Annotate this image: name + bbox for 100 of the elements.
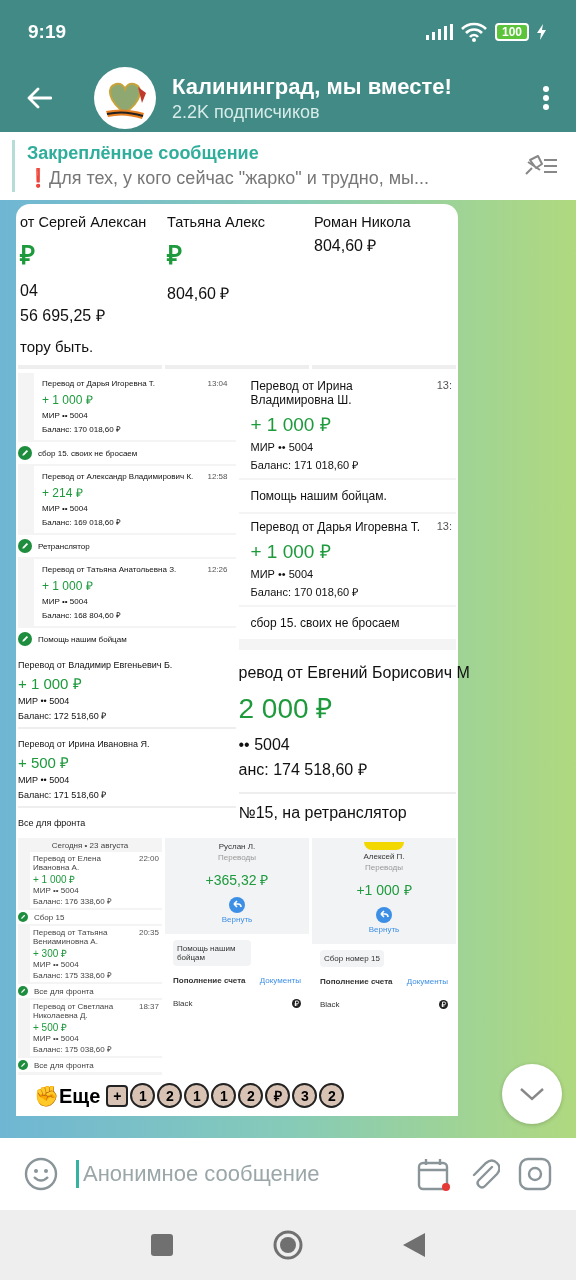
- amount-text: + 1 000 ₽: [42, 392, 94, 408]
- card-number: МИР •• 5004: [250, 568, 315, 580]
- comment-text: Помощь нашим бойцам: [38, 634, 127, 644]
- comment-text: Все для фронта: [34, 1060, 94, 1070]
- amount-text: + 1 000 ₽: [33, 873, 77, 886]
- documents-link[interactable]: Документы: [259, 976, 301, 985]
- comment-text: сбор 15. своих не бросаем: [250, 616, 400, 630]
- sender-name: Руслан Л.: [218, 842, 256, 851]
- transfer-title: Перевод от Татьяна Анатольевна З.: [42, 565, 177, 574]
- amount-text: + 500 ₽: [33, 1021, 69, 1034]
- transfer-time: 13:04: [207, 379, 228, 388]
- signal-icon: [424, 24, 453, 40]
- category-label: Переводы: [218, 853, 256, 862]
- keycap-emoji: 2: [238, 1083, 264, 1108]
- back-icon[interactable]: [26, 87, 52, 109]
- keycap-emoji: 1: [184, 1083, 210, 1108]
- amount-text: ₽: [167, 239, 183, 272]
- comment-text: сбор 15. своих не бросаем: [38, 448, 138, 458]
- scroll-down-button[interactable]: [502, 1064, 562, 1124]
- return-link[interactable]: Вернуть: [221, 915, 253, 924]
- transfer-title: Перевод от Владимир Евгеньевич Б.: [18, 660, 173, 670]
- amount-text: +1 000 ₽: [356, 881, 412, 899]
- amount-text: + 300 ₽: [33, 947, 69, 960]
- comment-text: Все для фронта: [18, 818, 86, 828]
- balance-text: 56 695,25 ₽: [20, 306, 106, 326]
- home-icon[interactable]: [273, 1230, 303, 1260]
- channel-title: Калининград, мы вместе!: [172, 73, 453, 100]
- transfer-title: Перевод от Александр Владимирович К.: [42, 472, 194, 481]
- balance-text: Баланс: 171 518,60 ₽: [18, 789, 108, 801]
- message-input[interactable]: Анонимное сообщение: [76, 1160, 398, 1188]
- return-link[interactable]: Вернуть: [368, 925, 400, 934]
- transfer-time: 22:00: [138, 854, 159, 865]
- chevron-down-icon: [519, 1087, 545, 1101]
- balance-text: Баланс: 170 018,60 ₽: [42, 424, 122, 434]
- card-number: 04: [20, 282, 39, 300]
- transfer-title: ревод от Евгений Борисович М: [238, 664, 470, 682]
- keycap-emoji: ₽: [265, 1083, 291, 1108]
- balance-text: Баланс: 176 338,60 ₽: [33, 896, 113, 906]
- card-number: МИР •• 5004: [42, 411, 89, 420]
- comment-text: тору быть.: [20, 338, 94, 355]
- channel-avatar[interactable]: [94, 67, 156, 129]
- keycap-emoji: 1: [130, 1083, 156, 1108]
- back-nav-icon[interactable]: [403, 1233, 425, 1257]
- transfer-title: Перевод от Ирина Ивановна Я.: [18, 739, 150, 749]
- card-number: МИР •• 5004: [18, 696, 71, 706]
- amount-text: + 1 000 ₽: [42, 578, 94, 594]
- documents-link[interactable]: Документы: [406, 977, 448, 986]
- ruble-icon: [292, 999, 301, 1008]
- balance-text: Баланс: 175 338,60 ₽: [33, 970, 113, 980]
- clock: 9:19: [28, 21, 67, 43]
- charging-icon: [537, 24, 546, 40]
- calendar-icon[interactable]: [416, 1157, 450, 1191]
- amount-text: 2 000 ₽: [238, 692, 334, 726]
- section-title: Пополнение счета: [173, 976, 246, 985]
- balance-text: Баланс: 169 018,60 ₽: [42, 517, 122, 527]
- card-number: МИР •• 5004: [18, 775, 71, 785]
- return-icon: [229, 897, 245, 913]
- transfer-title: Перевод от Елена Ивановна А.: [33, 854, 102, 872]
- card-number: •• 5004: [238, 736, 291, 754]
- card-number: МИР •• 5004: [250, 441, 315, 453]
- amount-text: + 500 ₽: [18, 753, 71, 772]
- pinned-text: ❗Для тех, у кого сейчас "жарко" и трудно, мы...: [27, 167, 431, 189]
- camera-icon[interactable]: [518, 1157, 552, 1191]
- transfer-time: 13:: [436, 379, 452, 393]
- transfer-time: 13:: [436, 520, 452, 534]
- ruble-icon: [439, 1000, 448, 1009]
- account-name: Black: [173, 999, 193, 1008]
- card-number: МИР •• 5004: [33, 960, 80, 969]
- transfer-title: Перевод от Дарья Игоревна Т.: [250, 520, 421, 534]
- card-number: МИР •• 5004: [42, 504, 89, 513]
- balance-text: Баланс: 175 038,60 ₽: [33, 1044, 113, 1054]
- pinned-label: Закреплённое сообщение: [27, 143, 260, 164]
- amount-text: ₽: [20, 239, 36, 272]
- message-text: ✊Еще: [34, 1083, 101, 1108]
- keycap-emoji: 1: [211, 1083, 237, 1108]
- keycap-emoji: 2: [157, 1083, 183, 1108]
- balance-text: анс: 174 518,60 ₽: [238, 760, 368, 780]
- keycap-emoji: +: [106, 1084, 129, 1107]
- comment-chip: Помощь нашим бойцам: [173, 940, 251, 966]
- emoji-icon[interactable]: [24, 1157, 58, 1191]
- comment-text: №15, на ретранслятор: [238, 804, 407, 822]
- amount-text: + 1 000 ₽: [250, 413, 332, 437]
- wifi-icon: [460, 22, 487, 42]
- section-title: Пополнение счета: [320, 977, 393, 986]
- account-name: Black: [320, 1000, 340, 1009]
- comment-text: Помощь нашим бойцам.: [250, 489, 387, 503]
- transfer-time: 12:26: [207, 565, 228, 574]
- transfer-title: Перевод от Ирина Владимировна Ш.: [250, 379, 354, 407]
- transfer-time: 12:58: [207, 472, 228, 481]
- comment-text: Все для фронта: [34, 986, 94, 996]
- keycap-emoji: 2: [319, 1083, 345, 1108]
- return-icon: [376, 907, 392, 923]
- card-number: МИР •• 5004: [33, 1034, 80, 1043]
- comment-text: Ретранслятор: [38, 541, 90, 551]
- sender-name: Алексей П.: [363, 852, 405, 861]
- card-number: МИР •• 5004: [42, 597, 89, 606]
- balance-text: 804,60 ₽: [167, 284, 231, 304]
- balance-text: Баланс: 171 018,60 ₽: [250, 458, 360, 472]
- more-icon[interactable]: [542, 85, 550, 111]
- balance-text: Баланс: 170 018,60 ₽: [250, 585, 360, 599]
